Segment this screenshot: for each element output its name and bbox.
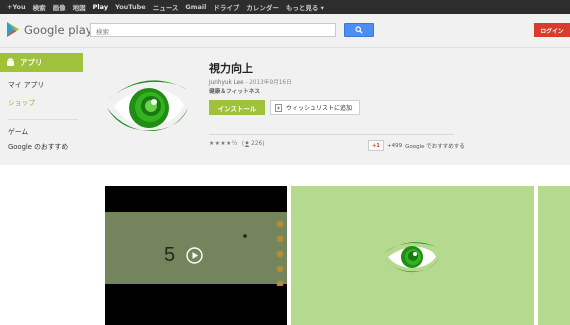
topbar-link-maps[interactable]: 地図 xyxy=(73,2,86,12)
rating-stars: ★★★★½ xyxy=(209,141,238,147)
top-navigation-bar: +You 検索 画像 地図 Play YouTube ニュース Gmail ドラ… xyxy=(0,0,570,14)
sidebar-apps-label: アプリ xyxy=(20,58,43,67)
topbar-link-search[interactable]: 検索 xyxy=(33,2,46,12)
topbar-link-play[interactable]: Play xyxy=(93,3,108,11)
bookmark-icon xyxy=(275,103,282,112)
android-icon xyxy=(7,58,14,66)
screenshot-2[interactable] xyxy=(291,186,534,325)
plus-text: Google でおすすめする xyxy=(405,143,465,150)
search-icon xyxy=(355,26,363,34)
sidebar-apps-tab[interactable]: アプリ xyxy=(0,53,83,72)
google-plus-widget: +1 +499 Google でおすすめする xyxy=(368,140,465,151)
screenshot-counter: 5 xyxy=(164,244,176,266)
side-dots-decoration xyxy=(276,220,284,286)
sidebar: アプリ マイ アプリ ショップ ゲーム Google のおすすめ xyxy=(0,48,83,165)
google-play-logo[interactable]: Google play xyxy=(6,22,93,37)
play-logo-icon xyxy=(7,22,19,37)
cursor-icon xyxy=(243,234,247,238)
app-category[interactable]: 健康＆フィットネス xyxy=(209,86,260,95)
sidebar-item-games[interactable]: ゲーム xyxy=(8,126,28,136)
screenshot-video-thumbnail[interactable]: 5 xyxy=(105,186,287,325)
plus-count: +499 xyxy=(387,142,403,149)
sidebar-divider xyxy=(8,119,78,120)
rating-summary: ★★★★½ ( 226 ) xyxy=(209,141,265,147)
app-author-line: Junhyuk Lee - 2013年9月16日 xyxy=(209,77,292,86)
topbar-link-news[interactable]: ニュース xyxy=(153,2,179,12)
search-input[interactable]: 検索 xyxy=(90,23,336,37)
topbar-link-gmail[interactable]: Gmail xyxy=(185,3,206,11)
topbar-link-drive[interactable]: ドライブ xyxy=(213,2,239,12)
sidebar-item-recommended[interactable]: Google のおすすめ xyxy=(8,141,68,151)
wishlist-button[interactable]: ウィッシュリストに追加 xyxy=(270,100,360,115)
topbar-link-you[interactable]: +You xyxy=(7,3,26,11)
app-icon xyxy=(106,80,188,132)
sidebar-item-shop[interactable]: ショップ xyxy=(8,97,35,107)
screenshot-3[interactable] xyxy=(538,186,570,325)
header: Google play 検索 ログイン xyxy=(0,14,570,48)
logo-text: Google play xyxy=(24,22,93,37)
topbar-link-calendar[interactable]: カレンダー xyxy=(246,2,279,12)
login-button[interactable]: ログイン xyxy=(534,23,570,37)
eye-logo-icon xyxy=(383,242,439,273)
wishlist-label: ウィッシュリストに追加 xyxy=(286,105,353,112)
rating-count: 226 xyxy=(251,141,263,147)
topbar-link-more[interactable]: もっと見る ▾ xyxy=(286,2,324,12)
plus-one-button[interactable]: +1 xyxy=(368,140,384,151)
play-video-icon xyxy=(186,247,203,264)
topbar-link-youtube[interactable]: YouTube xyxy=(115,3,146,11)
topbar-link-images[interactable]: 画像 xyxy=(53,2,66,12)
install-button[interactable]: インストール xyxy=(209,100,265,115)
person-icon xyxy=(244,141,250,147)
screenshot-video-frame: 5 xyxy=(105,212,287,286)
details-separator xyxy=(209,134,454,135)
app-title: 視力向上 xyxy=(209,62,253,75)
search-button[interactable] xyxy=(344,23,374,37)
sidebar-item-my-apps[interactable]: マイ アプリ xyxy=(8,79,44,89)
